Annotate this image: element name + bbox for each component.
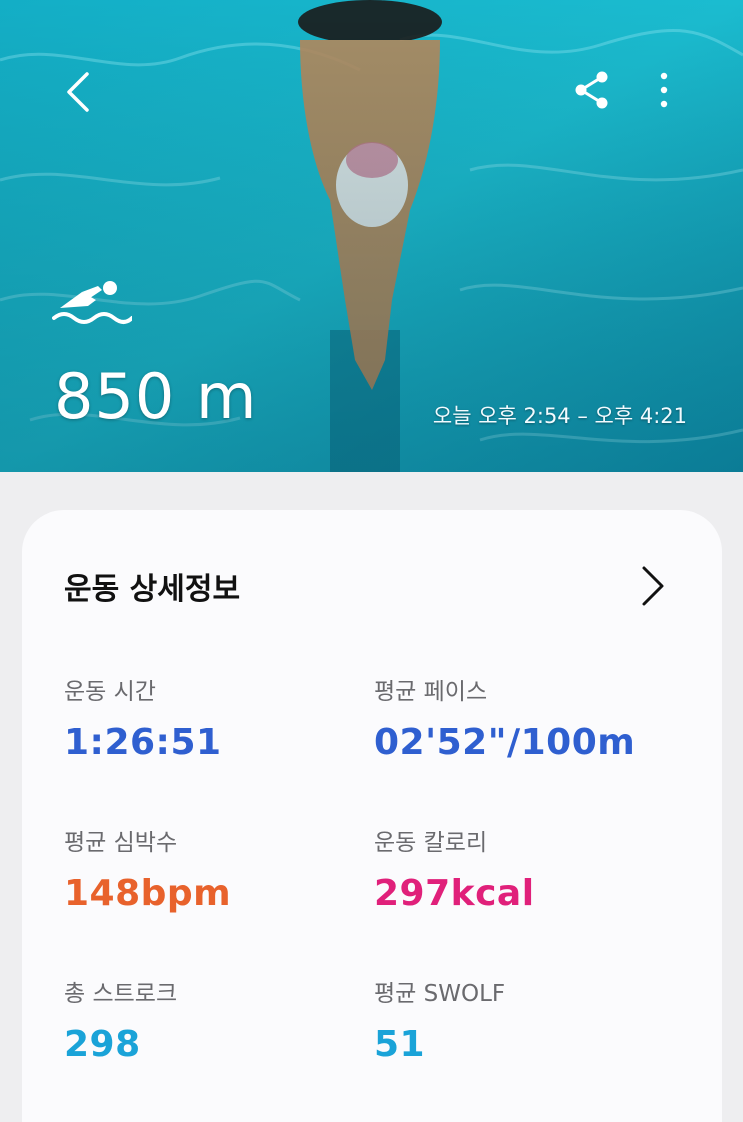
more-options-button[interactable] xyxy=(646,66,682,114)
hero-image: 850 m 오늘 오후 2:54 – 오후 4:21 xyxy=(0,0,743,472)
details-button[interactable] xyxy=(638,564,674,612)
stat-workout-time: 운동 시간 1:26:51 xyxy=(64,672,222,763)
stat-value: 298 xyxy=(64,1024,141,1065)
chevron-left-icon xyxy=(67,72,89,112)
stat-value: 02'52"/100m xyxy=(374,722,636,763)
stat-label: 평균 심박수 xyxy=(64,830,178,856)
workout-details-card: 운동 상세정보 운동 시간 1:26:51 평균 페이스 02'52"/100m… xyxy=(22,510,722,1122)
card-title: 운동 상세정보 xyxy=(64,572,241,607)
share-icon xyxy=(575,71,608,109)
stat-calories: 운동 칼로리 297kcal xyxy=(374,823,535,914)
stat-total-strokes: 총 스트로크 298 xyxy=(64,974,177,1065)
stat-value: 1:26:51 xyxy=(64,722,222,763)
workout-time-range: 오늘 오후 2:54 – 오후 4:21 xyxy=(432,404,687,428)
stat-value: 51 xyxy=(374,1024,426,1065)
stat-average-swolf: 평균 SWOLF 51 xyxy=(374,974,505,1065)
stat-label: 평균 SWOLF xyxy=(374,981,506,1007)
stat-average-heart-rate: 평균 심박수 148bpm xyxy=(64,823,231,914)
distance-value: 850 m xyxy=(54,360,258,433)
stat-value: 148bpm xyxy=(64,873,232,914)
stat-label: 운동 칼로리 xyxy=(374,830,488,856)
more-vertical-icon xyxy=(660,72,668,108)
stat-value: 297kcal xyxy=(374,873,535,914)
stat-average-pace: 평균 페이스 02'52"/100m xyxy=(374,672,635,763)
chevron-right-icon xyxy=(642,566,664,606)
back-button[interactable] xyxy=(54,64,102,120)
stat-label: 총 스트로크 xyxy=(64,981,178,1007)
stat-label: 운동 시간 xyxy=(64,679,156,705)
share-button[interactable] xyxy=(568,66,616,114)
stat-label: 평균 페이스 xyxy=(374,679,488,705)
swimming-icon xyxy=(52,281,132,324)
